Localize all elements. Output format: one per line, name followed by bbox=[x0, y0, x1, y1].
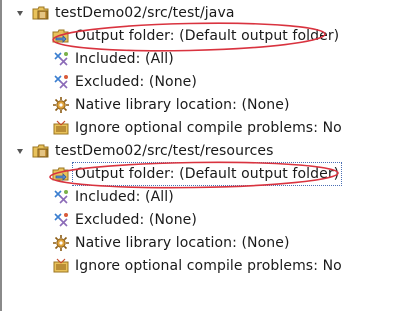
tree-node-label: Ignore optional compile problems: No bbox=[75, 258, 342, 274]
tree-node-excluded[interactable]: Excluded: (None) bbox=[52, 209, 197, 231]
native-library-icon bbox=[52, 234, 70, 252]
tree-node-label: Native library location: (None) bbox=[75, 235, 290, 251]
tree-node-excluded[interactable]: Excluded: (None) bbox=[52, 71, 197, 93]
tree-node-label: testDemo02/src/test/resources bbox=[55, 143, 274, 159]
ignore-problems-icon bbox=[52, 257, 70, 275]
tree-node-label: Output folder: (Default output folder) bbox=[75, 28, 340, 44]
tree-node-included[interactable]: Included: (All) bbox=[52, 186, 174, 208]
inclusion-exclusion-filter-icon bbox=[52, 188, 70, 206]
package-source-folder-icon bbox=[32, 142, 50, 160]
tree-node-src-test-resources[interactable]: testDemo02/src/test/resources bbox=[14, 140, 274, 162]
tree-node-output-folder[interactable]: Output folder: (Default output folder) bbox=[52, 162, 343, 186]
tree-node-label: Included: (All) bbox=[75, 189, 174, 205]
package-source-folder-icon bbox=[32, 4, 50, 22]
output-folder-icon bbox=[52, 165, 70, 183]
tree-node-label-selected: Output folder: (Default output folder) bbox=[72, 162, 343, 186]
expanded-triangle-icon[interactable] bbox=[14, 145, 26, 157]
ignore-problems-icon bbox=[52, 119, 70, 137]
tree-node-label: Excluded: (None) bbox=[75, 212, 197, 228]
tree-node-included[interactable]: Included: (All) bbox=[52, 48, 174, 70]
inclusion-exclusion-filter-icon bbox=[52, 50, 70, 68]
tree-left-border bbox=[0, 0, 2, 311]
tree-node-label: testDemo02/src/test/java bbox=[55, 5, 235, 21]
tree-node-label: Included: (All) bbox=[75, 51, 174, 67]
tree-node-label: Ignore optional compile problems: No bbox=[75, 120, 342, 136]
tree-node-ignore-problems[interactable]: Ignore optional compile problems: No bbox=[52, 117, 342, 139]
tree-node-src-test-java[interactable]: testDemo02/src/test/java bbox=[14, 2, 235, 24]
output-folder-icon bbox=[52, 27, 70, 45]
tree-node-label: Excluded: (None) bbox=[75, 74, 197, 90]
tree-node-native-library[interactable]: Native library location: (None) bbox=[52, 232, 290, 254]
expanded-triangle-icon[interactable] bbox=[14, 7, 26, 19]
tree-node-output-folder[interactable]: Output folder: (Default output folder) bbox=[52, 25, 339, 47]
inclusion-exclusion-filter-icon bbox=[52, 211, 70, 229]
tree-node-label: Native library location: (None) bbox=[75, 97, 290, 113]
tree-node-native-library[interactable]: Native library location: (None) bbox=[52, 94, 290, 116]
tree-node-ignore-problems[interactable]: Ignore optional compile problems: No bbox=[52, 255, 342, 277]
native-library-icon bbox=[52, 96, 70, 114]
inclusion-exclusion-filter-icon bbox=[52, 73, 70, 91]
build-path-tree: testDemo02/src/test/java Output folder: … bbox=[0, 0, 400, 311]
